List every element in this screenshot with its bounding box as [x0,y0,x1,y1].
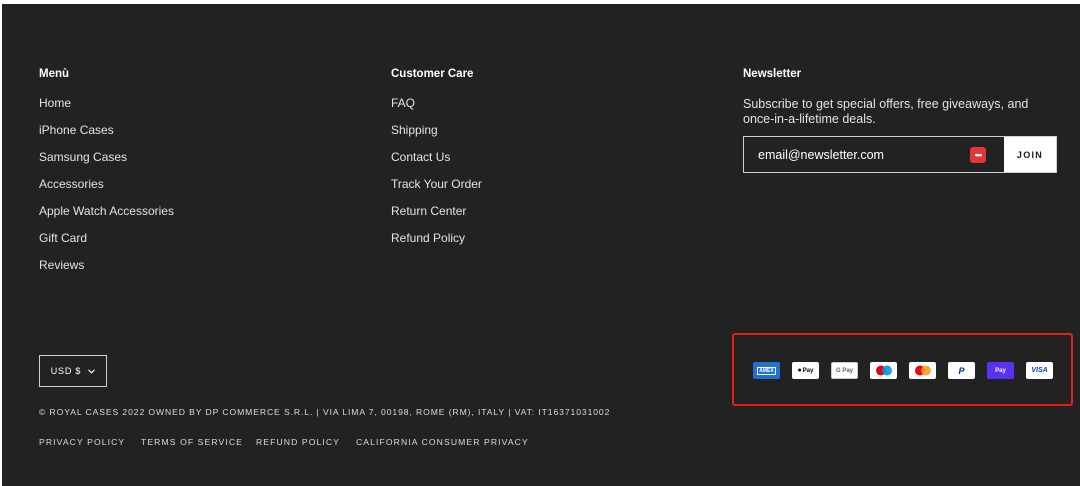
newsletter-form: ••• JOIN [743,136,1057,173]
copyright-text: © ROYAL CASES 2022 OWNED BY DP COMMERCE … [39,407,611,417]
password-manager-icon[interactable]: ••• [970,147,986,163]
customer-care-title: Customer Care [391,68,474,80]
join-button[interactable]: JOIN [1004,137,1056,172]
care-link-contact-us[interactable]: Contact Us [391,150,450,164]
mastercard-icon [909,362,936,379]
site-footer: Menù Home iPhone Cases Samsung Cases Acc… [2,4,1080,486]
care-link-return-center[interactable]: Return Center [391,204,466,218]
amex-icon: AMEX [753,362,780,379]
legal-link-privacy-policy[interactable]: PRIVACY POLICY [39,437,125,447]
legal-link-refund-policy[interactable]: REFUND POLICY [256,437,340,447]
care-link-refund-policy[interactable]: Refund Policy [391,231,465,245]
visa-icon: VISA [1026,362,1053,379]
menu-link-iphone-cases[interactable]: iPhone Cases [39,123,114,137]
menu-link-accessories[interactable]: Accessories [39,177,104,191]
chevron-down-icon [88,366,96,376]
legal-link-terms-of-service[interactable]: TERMS OF SERVICE [141,437,243,447]
care-link-track-order[interactable]: Track Your Order [391,177,482,191]
newsletter-email-input[interactable] [744,137,1004,172]
maestro-icon [870,362,897,379]
legal-link-california-privacy[interactable]: CALIFORNIA CONSUMER PRIVACY [356,437,529,447]
menu-link-home[interactable]: Home [39,96,71,110]
currency-selector[interactable]: USD $ [39,355,107,387]
apple-pay-icon: ● Pay [792,362,819,379]
shop-pay-icon: Pay [987,362,1014,379]
menu-link-gift-card[interactable]: Gift Card [39,231,87,245]
menu-link-reviews[interactable]: Reviews [39,258,84,272]
care-link-faq[interactable]: FAQ [391,96,415,110]
paypal-icon: P [948,362,975,379]
newsletter-title: Newsletter [743,68,802,80]
google-pay-icon: G Pay [831,362,858,379]
care-link-shipping[interactable]: Shipping [391,123,438,137]
menu-title: Menù [39,68,70,80]
menu-link-samsung-cases[interactable]: Samsung Cases [39,150,127,164]
payment-methods: AMEX ● Pay G Pay P Pay VISA [753,362,1053,379]
currency-label: USD $ [50,366,82,376]
menu-link-apple-watch-accessories[interactable]: Apple Watch Accessories [39,204,174,218]
newsletter-description: Subscribe to get special offers, free gi… [743,97,1029,126]
